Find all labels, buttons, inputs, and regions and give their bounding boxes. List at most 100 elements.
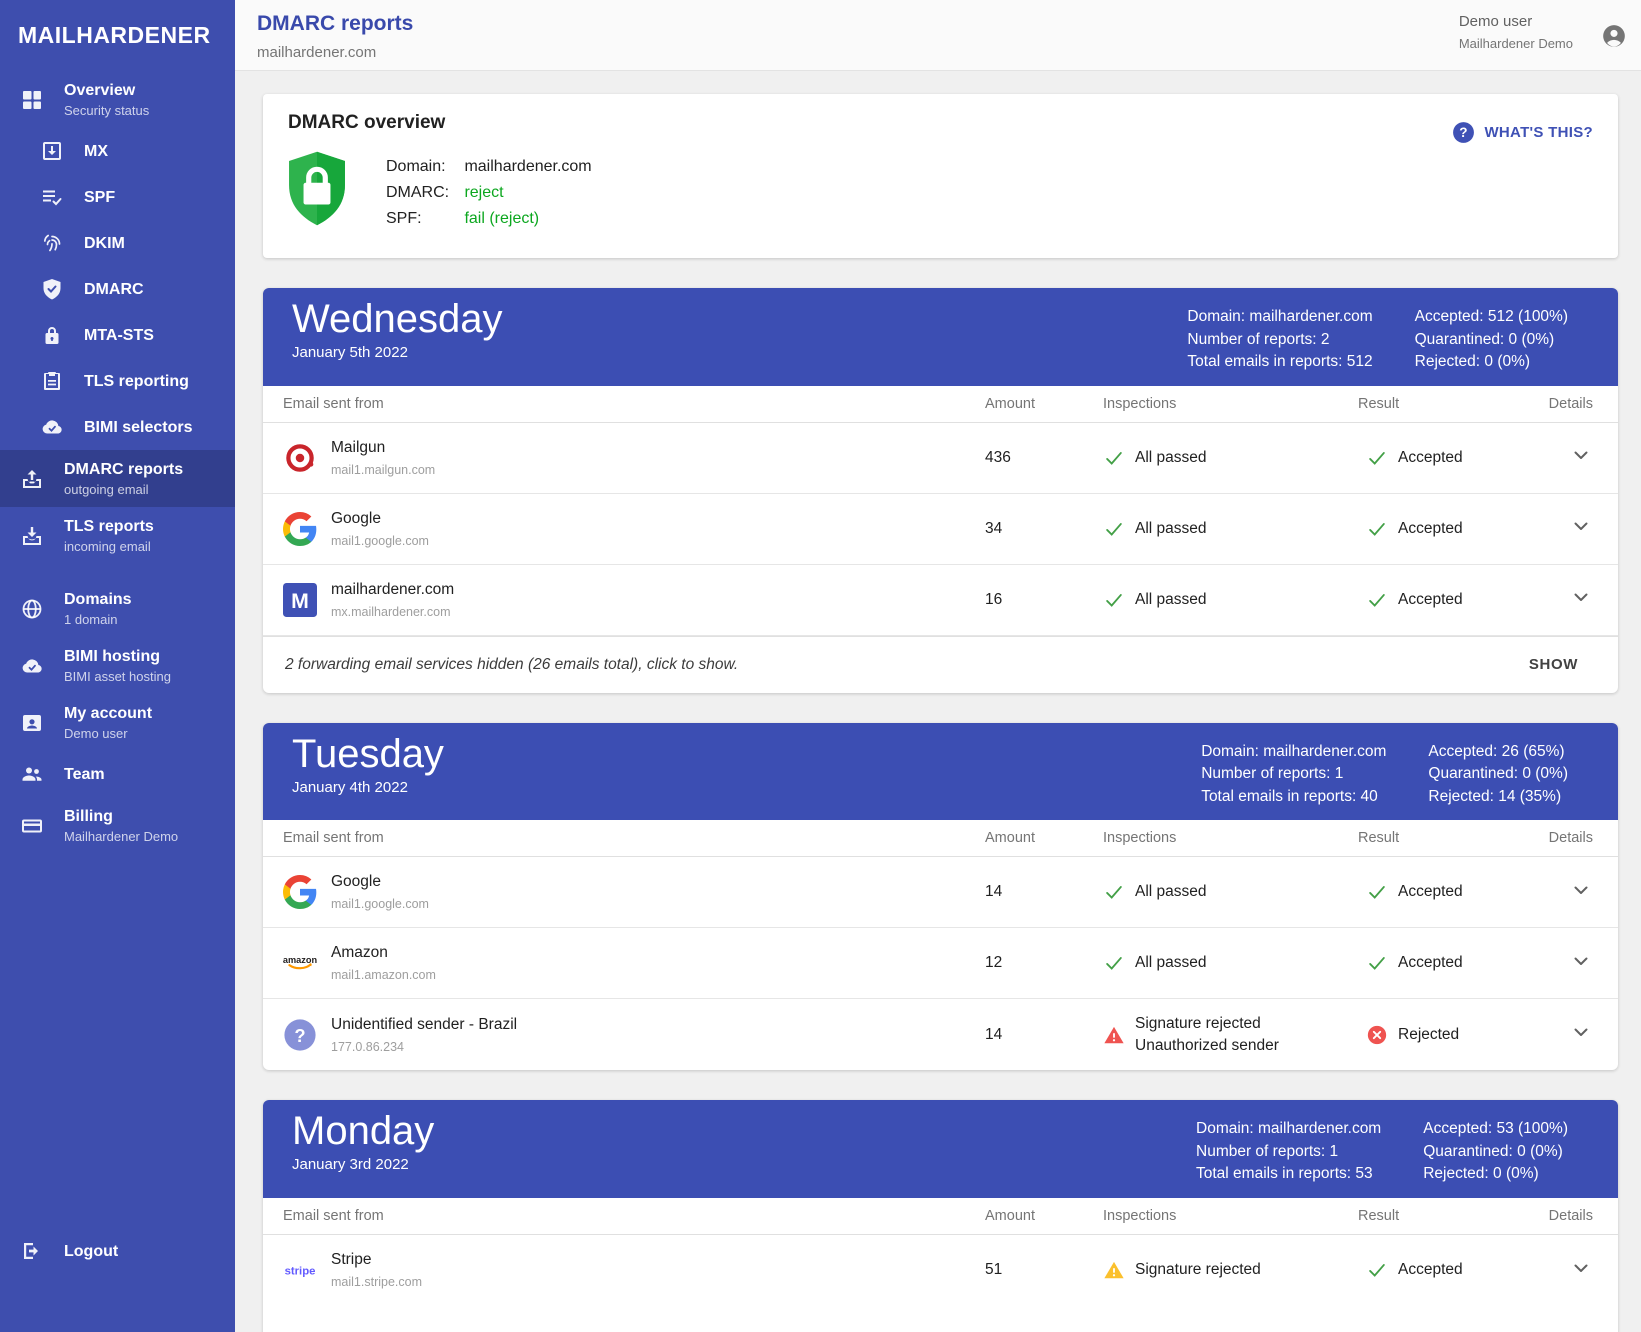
column-header-details: Details [1548, 830, 1593, 846]
sidebar-item-overview[interactable]: Overview Security status [0, 71, 235, 128]
day-stat: Quarantined: 0 (0%) [1415, 329, 1568, 352]
result-text: Accepted [1398, 1261, 1463, 1279]
sender-cell: amazon Amazon mail1.amazon.com [283, 944, 985, 982]
unknown-sender-icon: ? [283, 1018, 317, 1052]
sidebar-item-text: TLS reports incoming email [64, 517, 154, 554]
warning-yellow-icon [1103, 1259, 1125, 1281]
sidebar-item-tls-reports[interactable]: TLS reports incoming email [0, 507, 235, 564]
sidebar-item-my-account[interactable]: My account Demo user [0, 694, 235, 751]
day-stats: Domain: mailhardener.comNumber of report… [1201, 731, 1568, 809]
report-row-unidentified-sender-brazil[interactable]: ? Unidentified sender - Brazil 177.0.86.… [263, 999, 1618, 1070]
day-stat: Quarantined: 0 (0%) [1423, 1141, 1568, 1164]
spf-icon [40, 185, 64, 209]
svg-text:?: ? [294, 1025, 305, 1046]
sidebar-item-tls-reporting[interactable]: TLS reporting [0, 358, 235, 404]
day-header: Tuesday January 4th 2022 Domain: mailhar… [263, 723, 1618, 821]
day-stat: Number of reports: 2 [1187, 329, 1372, 352]
sidebar-item-bimi-hosting[interactable]: BIMI hosting BIMI asset hosting [0, 637, 235, 694]
inspections-cell: Signature rejected [1103, 1259, 1358, 1281]
sidebar-item-billing[interactable]: Billing Mailhardener Demo [0, 797, 235, 854]
result-text: Accepted [1398, 449, 1463, 467]
result-cell: Accepted [1358, 518, 1548, 540]
show-button[interactable]: SHOW [1529, 656, 1578, 673]
report-row-stripe[interactable]: stripe Stripe mail1.stripe.com 51 Signat… [263, 1235, 1618, 1306]
day-date: January 3rd 2022 [292, 1156, 434, 1173]
inspection-text: Signature rejected [1135, 1013, 1279, 1035]
inspections-cell: Signature rejectedUnauthorized sender [1103, 1013, 1358, 1057]
sidebar-item-mx[interactable]: MX [0, 128, 235, 174]
mx-icon [40, 139, 64, 163]
column-header-from: Email sent from [283, 396, 985, 412]
sidebar-item-dkim[interactable]: DKIM [0, 220, 235, 266]
sidebar-item-domains[interactable]: Domains 1 domain [0, 580, 235, 637]
chevron-down-icon[interactable] [1569, 585, 1593, 609]
sidebar-item-mta-sts[interactable]: MTA-STS [0, 312, 235, 358]
chevron-down-icon[interactable] [1569, 949, 1593, 973]
column-header-result: Result [1358, 830, 1548, 846]
chevron-down-icon[interactable] [1569, 878, 1593, 902]
chevron-down-icon[interactable] [1569, 1020, 1593, 1044]
result-cell: Accepted [1358, 447, 1548, 469]
overview-domain-value: mailhardener.com [464, 158, 591, 175]
avatar-icon[interactable] [1601, 23, 1627, 49]
sidebar-item-label: Overview [64, 81, 149, 100]
report-row-mailhardener-com[interactable]: M mailhardener.com mx.mailhardener.com 1… [263, 565, 1618, 636]
sidebar-item-sublabel: Demo user [64, 726, 152, 741]
overview-title: DMARC overview [288, 112, 1593, 134]
question-circle-icon: ? [1451, 120, 1476, 145]
sidebar-item-dmarc-reports[interactable]: DMARC reports outgoing email [0, 450, 235, 507]
bimi-hosting-cloud-icon [20, 654, 44, 678]
table-header-row: Email sent from Amount Inspections Resul… [263, 386, 1618, 423]
sidebar-item-label: MX [84, 142, 108, 161]
google-logo [283, 875, 317, 909]
inspection-text: All passed [1135, 589, 1207, 611]
account-badge-icon [20, 711, 44, 735]
hidden-services-row[interactable]: 2 forwarding email services hidden (26 e… [263, 636, 1618, 693]
amount-value: 12 [985, 954, 1103, 972]
chevron-down-icon[interactable] [1569, 514, 1593, 538]
report-row-google[interactable]: Google mail1.google.com 34 All passed Ac… [263, 494, 1618, 565]
check-icon [1366, 447, 1388, 469]
mailgun-logo [283, 441, 317, 475]
check-icon [1366, 589, 1388, 611]
report-row-mailgun[interactable]: Mailgun mail1.mailgun.com 436 All passed… [263, 423, 1618, 494]
result-text: Accepted [1398, 591, 1463, 609]
report-row-google[interactable]: Google mail1.google.com 14 All passed Ac… [263, 857, 1618, 928]
chevron-down-icon[interactable] [1569, 1256, 1593, 1280]
check-icon [1103, 881, 1125, 903]
sidebar-item-text: BIMI hosting BIMI asset hosting [64, 647, 171, 684]
sidebar-item-logout[interactable]: Logout [0, 1228, 235, 1274]
cross-icon [1366, 1024, 1388, 1046]
svg-text:?: ? [1460, 125, 1469, 140]
domains-globe-icon [20, 597, 44, 621]
sidebar-item-label: DMARC reports [64, 460, 183, 479]
sidebar-item-text: DKIM [84, 234, 125, 253]
sidebar-item-spf[interactable]: SPF [0, 174, 235, 220]
sidebar-item-bimi-selectors[interactable]: BIMI selectors [0, 404, 235, 450]
whats-this-link[interactable]: ? WHAT'S THIS? [1451, 120, 1593, 145]
sender-domain: mail1.mailgun.com [331, 463, 435, 477]
shield-lock-icon [288, 150, 346, 228]
day-title: Wednesday [292, 296, 503, 342]
day-stat: Number of reports: 1 [1196, 1141, 1381, 1164]
chevron-down-icon[interactable] [1569, 443, 1593, 467]
column-header-amount: Amount [985, 396, 1103, 412]
overview-spf-value: fail (reject) [464, 210, 539, 227]
sidebar-nav: Overview Security status MX SPF DKIM DMA… [0, 71, 235, 1332]
sidebar-item-dmarc[interactable]: DMARC [0, 266, 235, 312]
sender-domain: mail1.google.com [331, 534, 429, 548]
user-menu[interactable]: Demo user Mailhardener Demo [1459, 13, 1573, 51]
inspections-cell: All passed [1103, 447, 1358, 469]
details-cell [1548, 585, 1593, 614]
sidebar-item-team[interactable]: Team [0, 751, 235, 797]
inspection-text: All passed [1135, 518, 1207, 540]
column-header-amount: Amount [985, 1208, 1103, 1224]
stripe-logo: stripe [283, 1253, 317, 1287]
details-cell [1548, 1256, 1593, 1285]
day-stat: Total emails in reports: 53 [1196, 1163, 1381, 1186]
report-row-amazon[interactable]: amazon Amazon mail1.amazon.com 12 All pa… [263, 928, 1618, 999]
sidebar-item-label: DKIM [84, 234, 125, 253]
sidebar-item-text: Overview Security status [64, 81, 149, 118]
team-people-icon [20, 762, 44, 786]
check-icon [1103, 952, 1125, 974]
